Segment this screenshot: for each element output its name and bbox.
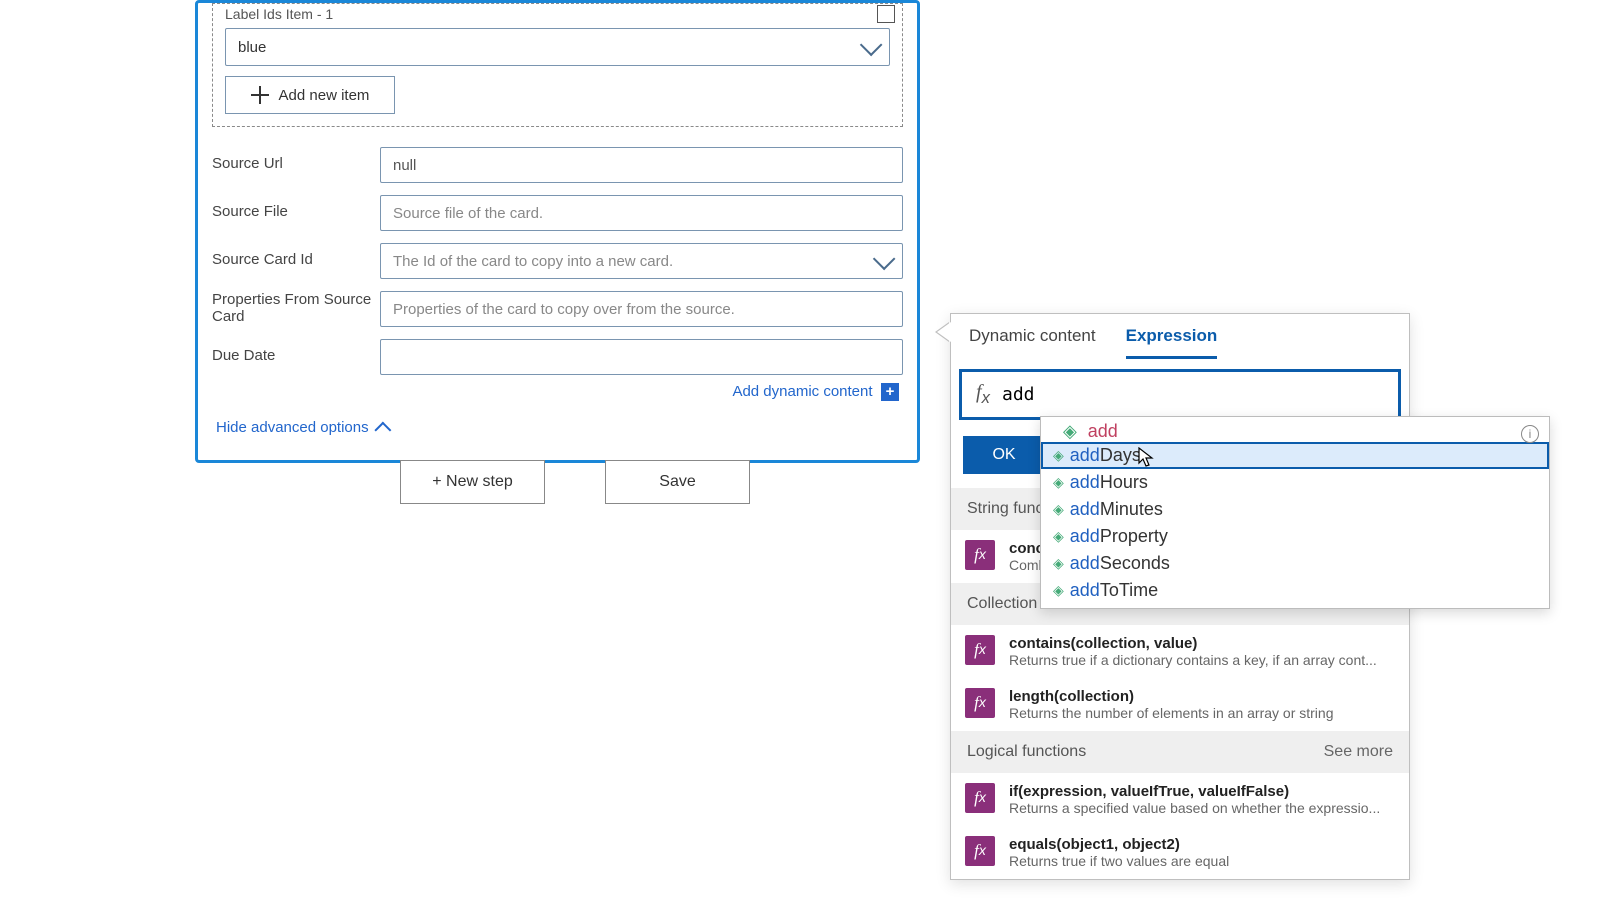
label-ids-title: Label Ids Item - 1: [225, 4, 890, 28]
ac-suffix: Minutes: [1100, 499, 1163, 520]
autocomplete-item[interactable]: ◈ addProperty: [1041, 523, 1549, 550]
fx-badge-icon: fx: [965, 688, 995, 718]
fx-badge-icon: fx: [965, 783, 995, 813]
add-new-item-button[interactable]: Add new item: [225, 76, 395, 114]
input-source-url[interactable]: null: [380, 147, 903, 183]
ac-prefix: add: [1070, 553, 1100, 574]
label-source-url: Source Url: [212, 147, 372, 172]
expression-input-wrapper: fx: [959, 369, 1401, 420]
new-step-button[interactable]: + New step: [400, 460, 545, 504]
function-item[interactable]: fx length(collection) Returns the number…: [951, 678, 1409, 731]
input-props-source[interactable]: Properties of the card to copy over from…: [380, 291, 903, 327]
panel-tabs: Dynamic content Expression: [951, 314, 1409, 359]
ac-suffix: ToTime: [1100, 580, 1158, 601]
function-item[interactable]: fx if(expression, valueIfTrue, valueIfFa…: [951, 773, 1409, 826]
function-description: Returns the number of elements in an arr…: [1009, 705, 1334, 721]
input-source-card-id[interactable]: The Id of the card to copy into a new ca…: [380, 243, 903, 279]
chevron-down-icon: [873, 248, 896, 271]
input-due-date[interactable]: [380, 339, 903, 375]
row-due-date: Due Date: [198, 333, 917, 381]
label-source-card-id: Source Card Id: [212, 243, 372, 268]
function-signature: length(collection): [1009, 688, 1334, 705]
label-ids-dropdown[interactable]: blue: [225, 28, 890, 66]
function-signature: contains(collection, value): [1009, 635, 1377, 652]
row-source-url: Source Url null: [198, 141, 917, 189]
cube-icon: ◈: [1053, 447, 1064, 464]
cube-icon: ◈: [1053, 528, 1064, 545]
fx-badge-icon: fx: [965, 836, 995, 866]
tab-dynamic-content[interactable]: Dynamic content: [969, 326, 1096, 359]
row-source-card-id: Source Card Id The Id of the card to cop…: [198, 237, 917, 285]
expression-input[interactable]: [998, 378, 1392, 411]
function-description: Returns true if two values are equal: [1009, 853, 1229, 869]
placeholder-source-card-id: The Id of the card to copy into a new ca…: [393, 253, 673, 270]
fx-badge-icon: fx: [965, 635, 995, 665]
ok-button[interactable]: OK: [963, 436, 1045, 474]
function-item[interactable]: fx equals(object1, object2) Returns true…: [951, 826, 1409, 879]
label-props-source: Properties From Source Card: [212, 291, 372, 325]
function-signature: if(expression, valueIfTrue, valueIfFalse…: [1009, 783, 1380, 800]
function-description: Returns true if a dictionary contains a …: [1009, 652, 1377, 668]
function-item[interactable]: fx contains(collection, value) Returns t…: [951, 625, 1409, 678]
flow-footer-buttons: + New step Save: [400, 460, 750, 504]
label-source-file: Source File: [212, 195, 372, 220]
value-source-url: null: [393, 157, 416, 174]
autocomplete-item[interactable]: ◈ addToTime: [1041, 577, 1549, 604]
add-dynamic-content-row: Add dynamic content +: [198, 381, 917, 411]
section-title: Logical functions: [967, 743, 1086, 761]
ac-prefix: add: [1070, 499, 1100, 520]
ac-suffix: Days: [1100, 445, 1141, 466]
ac-prefix: add: [1070, 445, 1100, 466]
fx-badge-icon: fx: [965, 540, 995, 570]
action-card: Label Ids Item - 1 blue Add new item Sou…: [195, 0, 920, 463]
panel-caret-icon: [937, 322, 951, 342]
label-ids-group: Label Ids Item - 1 blue Add new item: [212, 3, 903, 127]
save-button[interactable]: Save: [605, 460, 750, 504]
autocomplete-popup: i ◈ add ◈addDays◈addHours◈addMinutes◈add…: [1040, 416, 1550, 609]
ac-prefix: add: [1070, 580, 1100, 601]
autocomplete-item[interactable]: ◈ addHours: [1041, 469, 1549, 496]
label-due-date: Due Date: [212, 339, 372, 364]
ac-suffix: Seconds: [1100, 553, 1170, 574]
cube-icon: ◈: [1053, 555, 1064, 572]
detach-icon[interactable]: [877, 5, 895, 23]
section-title: Collection: [967, 595, 1037, 613]
add-dynamic-content-link[interactable]: Add dynamic content: [732, 383, 872, 400]
ac-prefix: add: [1070, 526, 1100, 547]
cube-icon: ◈: [1053, 582, 1064, 599]
autocomplete-item[interactable]: ◈ addMinutes: [1041, 496, 1549, 523]
input-source-file[interactable]: Source file of the card.: [380, 195, 903, 231]
ac-suffix: Hours: [1100, 472, 1148, 493]
tab-expression[interactable]: Expression: [1126, 326, 1218, 359]
chevron-up-icon: [374, 421, 391, 438]
function-description: Returns a specified value based on wheth…: [1009, 800, 1380, 816]
ac-suffix: Property: [1100, 526, 1168, 547]
autocomplete-item[interactable]: ◈ addSeconds: [1041, 550, 1549, 577]
add-new-item-label: Add new item: [279, 87, 370, 104]
ac-prefix: add: [1070, 472, 1100, 493]
autocomplete-header: ◈ add: [1041, 421, 1549, 442]
see-more-link[interactable]: See more: [1324, 743, 1393, 761]
hide-advanced-label: Hide advanced options: [216, 419, 369, 436]
label-ids-value: blue: [238, 39, 266, 56]
section-header-logical: Logical functions See more: [951, 731, 1409, 773]
placeholder-source-file: Source file of the card.: [393, 205, 543, 222]
function-signature: equals(object1, object2): [1009, 836, 1229, 853]
chevron-down-icon: [860, 34, 883, 57]
placeholder-props-source: Properties of the card to copy over from…: [393, 301, 735, 318]
autocomplete-item[interactable]: ◈ addDays: [1041, 442, 1549, 469]
add-dynamic-content-icon[interactable]: +: [881, 383, 899, 401]
info-icon[interactable]: i: [1521, 425, 1539, 443]
cube-icon: ◈: [1053, 501, 1064, 518]
cube-icon: ◈: [1053, 474, 1064, 491]
row-source-file: Source File Source file of the card.: [198, 189, 917, 237]
hide-advanced-toggle[interactable]: Hide advanced options: [198, 411, 917, 446]
fx-icon: fx: [968, 381, 998, 408]
mouse-cursor-icon: [1138, 447, 1154, 469]
plus-icon: [251, 86, 269, 104]
row-props-source: Properties From Source Card Properties o…: [198, 285, 917, 333]
